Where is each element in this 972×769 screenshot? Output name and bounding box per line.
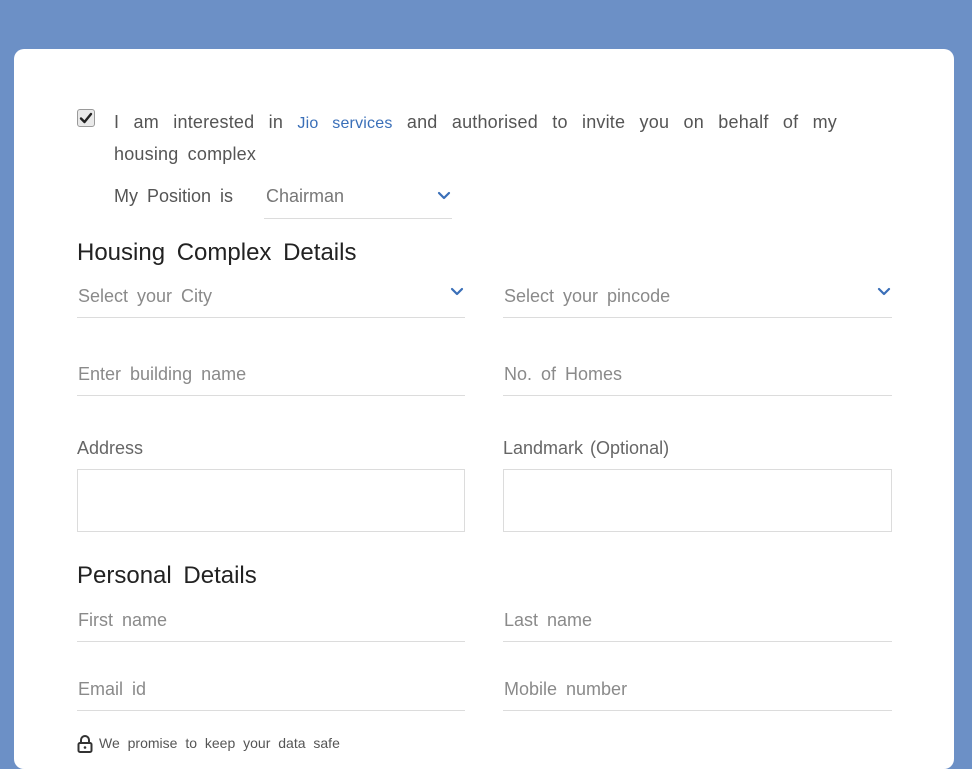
email-input[interactable]: Email id (77, 675, 465, 711)
position-row: My Position is Chairman (114, 182, 454, 219)
personal-section-title: Personal Details (77, 562, 257, 589)
consent-text: I am interested in Jio services and auth… (114, 107, 837, 170)
address-textarea[interactable] (77, 469, 465, 532)
email-placeholder: Email id (78, 679, 147, 699)
chevron-down-icon (450, 287, 464, 296)
consent-text-before: I am interested in (114, 112, 298, 132)
building-name-input[interactable]: Enter building name (77, 360, 465, 396)
homes-count-input[interactable]: No. of Homes (503, 360, 892, 396)
pincode-select[interactable]: Select your pincode (503, 282, 892, 318)
jio-services-link[interactable]: Jio services (297, 115, 392, 132)
address-label: Address (77, 438, 144, 458)
city-select-placeholder: Select your City (78, 286, 213, 306)
landmark-textarea[interactable] (503, 469, 892, 532)
housing-section-title: Housing Complex Details (77, 239, 357, 266)
last-name-placeholder: Last name (504, 610, 593, 630)
last-name-input[interactable]: Last name (503, 606, 892, 642)
first-name-placeholder: First name (78, 610, 168, 630)
consent-checkbox[interactable] (77, 109, 95, 127)
invite-form-card: I am interested in Jio services and auth… (14, 49, 954, 769)
chevron-down-icon (877, 287, 891, 296)
mobile-input[interactable]: Mobile number (503, 675, 892, 711)
mobile-placeholder: Mobile number (504, 679, 628, 699)
landmark-label: Landmark (Optional) (503, 438, 670, 458)
data-safe-note: We promise to keep your data safe (77, 735, 340, 754)
data-safe-text: We promise to keep your data safe (99, 735, 340, 751)
position-select-value: Chairman (266, 186, 345, 206)
pincode-select-placeholder: Select your pincode (504, 286, 671, 306)
lock-icon (77, 735, 93, 754)
check-icon (79, 112, 93, 124)
first-name-input[interactable]: First name (77, 606, 465, 642)
position-select[interactable]: Chairman (264, 182, 452, 219)
consent-row: I am interested in Jio services and auth… (77, 107, 837, 170)
city-select[interactable]: Select your City (77, 282, 465, 318)
homes-count-placeholder: No. of Homes (504, 364, 623, 384)
position-label: My Position is (114, 186, 234, 206)
chevron-down-icon (437, 191, 451, 200)
building-name-placeholder: Enter building name (78, 364, 247, 384)
